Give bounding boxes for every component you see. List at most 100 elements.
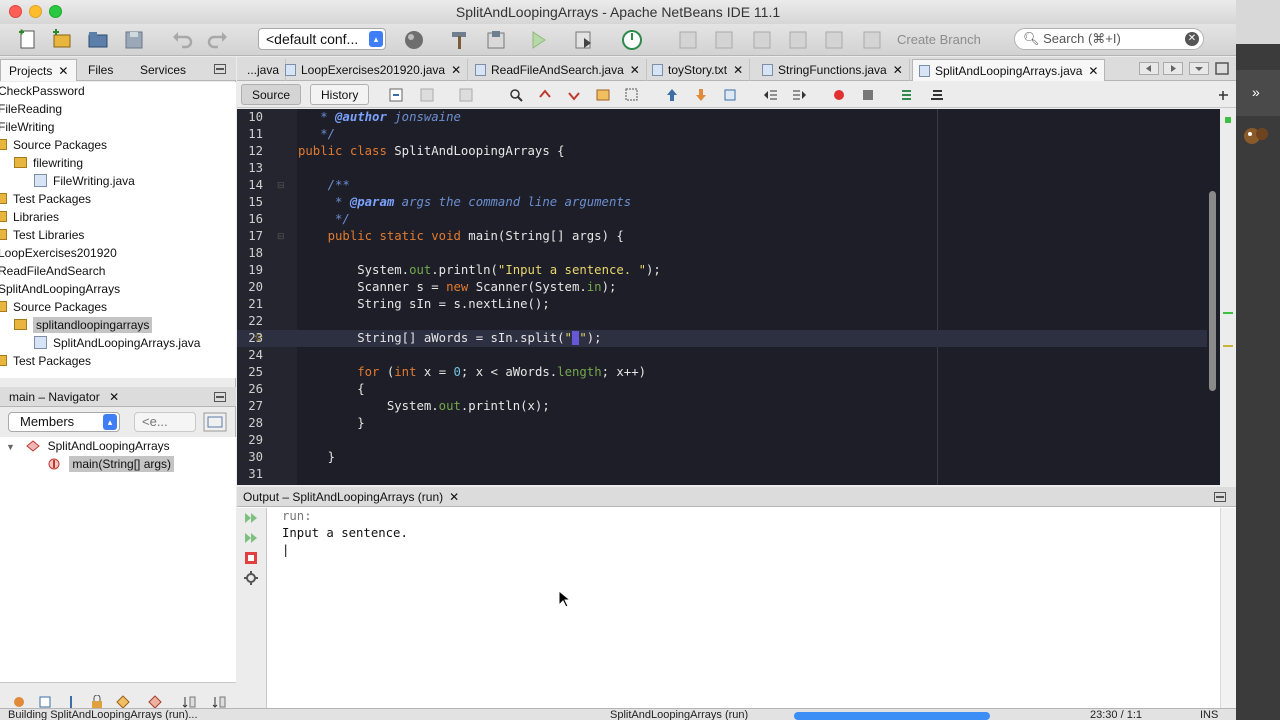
close-icon[interactable]: ✕ <box>451 63 461 77</box>
source-view-button[interactable]: Source <box>241 84 302 105</box>
stripe-mark[interactable] <box>1223 345 1233 347</box>
tab-files[interactable]: Files <box>80 59 121 81</box>
tree-item-libraries[interactable]: Libraries <box>0 208 59 226</box>
git-pull-icon[interactable] <box>712 28 736 52</box>
minimize-pane-icon[interactable] <box>1214 492 1226 502</box>
build-hammer-icon[interactable] <box>448 28 472 52</box>
maximize-window-icon[interactable] <box>1215 62 1229 75</box>
minimize-pane-icon[interactable] <box>214 64 226 74</box>
editor-tab[interactable]: StringFunctions.java ✕ <box>756 59 910 81</box>
clean-build-icon[interactable] <box>484 28 508 52</box>
close-icon[interactable]: ✕ <box>109 390 119 404</box>
next-bookmark-icon[interactable] <box>694 88 709 102</box>
editor-tab[interactable]: toyStory.txt ✕ <box>646 59 751 81</box>
close-icon[interactable]: ✕ <box>630 63 640 77</box>
close-icon[interactable]: ✕ <box>733 63 743 77</box>
tree-item-package-selected[interactable]: splitandloopingarrays <box>14 316 153 334</box>
tree-item-project[interactable]: LoopExercises201920 <box>0 244 117 262</box>
tree-item-source-packages[interactable]: Source Packages <box>0 298 107 316</box>
scroll-tabs-left-icon[interactable] <box>1139 62 1159 75</box>
forward-icon[interactable] <box>459 88 474 102</box>
output-tab[interactable]: Output – SplitAndLoopingArrays (run) ✕ <box>243 490 459 504</box>
history-view-button[interactable]: History <box>310 84 370 105</box>
scroll-tabs-right-icon[interactable] <box>1163 62 1183 75</box>
output-console[interactable]: run: Input a sentence. | <box>282 508 1222 698</box>
non-public-filter-icon[interactable] <box>64 695 78 709</box>
save-all-icon[interactable] <box>122 28 146 52</box>
window-close-button[interactable] <box>9 5 22 18</box>
find-previous-icon[interactable] <box>538 88 553 102</box>
git-fetch-icon[interactable] <box>786 28 810 52</box>
git-branch-icon[interactable] <box>860 28 884 52</box>
create-branch-button[interactable]: Create Branch <box>897 32 981 47</box>
toggle-bookmark-icon[interactable] <box>723 88 738 102</box>
close-icon[interactable]: ✕ <box>893 63 903 77</box>
static-filter-icon[interactable] <box>38 695 52 709</box>
rerun-icon[interactable] <box>244 511 258 525</box>
find-icon[interactable] <box>509 88 524 102</box>
search-input[interactable]: 🔍︎ Search (⌘+I) ✕ <box>1014 28 1204 50</box>
git-commit-icon[interactable] <box>676 28 700 52</box>
hint-lightbulb-icon[interactable]: 💡︎ <box>255 330 263 347</box>
tree-item-project[interactable]: CheckPassword <box>0 82 85 100</box>
tab-services[interactable]: Services <box>132 59 194 81</box>
tree-item-file[interactable]: FileWriting.java <box>34 172 135 190</box>
code-editor[interactable]: 10 * @author jonswaine 11 */ 12 public cl… <box>237 109 1236 485</box>
fold-marker-icon[interactable]: ⊟ <box>277 180 285 191</box>
profile-icon[interactable] <box>620 28 644 52</box>
debug-icon[interactable] <box>572 28 596 52</box>
settings-icon[interactable] <box>244 571 258 585</box>
expand-arrow-icon[interactable]: ▼ <box>6 442 15 452</box>
clear-search-icon[interactable]: ✕ <box>1185 32 1199 46</box>
globe-icon[interactable] <box>402 28 426 52</box>
tab-projects[interactable]: Projects ✕ <box>0 59 78 81</box>
editor-tab-active[interactable]: SplitAndLoopingArrays.java ✕ <box>912 59 1106 81</box>
previous-bookmark-icon[interactable] <box>665 88 680 102</box>
uncomment-icon[interactable] <box>930 88 945 102</box>
show-opened-documents-icon[interactable] <box>1189 62 1209 75</box>
navigator-options-icon[interactable] <box>203 412 227 432</box>
tree-item-package[interactable]: filewriting <box>14 154 83 172</box>
sort-by-name-icon[interactable] <box>182 695 196 709</box>
members-select[interactable]: Members ▴ <box>8 412 120 432</box>
shift-right-icon[interactable] <box>792 88 807 102</box>
editor-tab[interactable]: ReadFileAndSearch.java ✕ <box>469 59 647 81</box>
configuration-select[interactable]: <default conf... ▴ <box>258 28 386 50</box>
double-chevron-right-icon[interactable]: » <box>1252 84 1260 100</box>
minimize-pane-icon[interactable] <box>214 392 226 402</box>
git-merge-icon[interactable] <box>822 28 846 52</box>
fold-marker-icon[interactable]: ⊟ <box>277 231 285 242</box>
toggle-highlight-icon[interactable] <box>596 88 611 102</box>
tree-item-project[interactable]: FileWriting <box>0 118 54 136</box>
rerun-with-options-icon[interactable] <box>244 531 258 545</box>
tree-item-project[interactable]: ReadFileAndSearch <box>0 262 105 280</box>
window-minimize-button[interactable] <box>29 5 42 18</box>
stop-macro-icon[interactable] <box>861 88 876 102</box>
tree-item-test-libraries[interactable]: Test Libraries <box>0 226 84 244</box>
tree-item-project[interactable]: SplitAndLoopingArrays <box>0 280 120 298</box>
comment-icon[interactable] <box>901 88 916 102</box>
sidebar-toggle[interactable]: » <box>1236 70 1280 116</box>
navigator-method-item[interactable]: main(String[] args) <box>48 455 175 473</box>
tree-item-test-packages[interactable]: Test Packages <box>0 352 91 370</box>
back-icon[interactable] <box>420 88 435 102</box>
editor-tab[interactable]: LoopExercises201920.java ✕ <box>279 59 469 81</box>
find-next-icon[interactable] <box>567 88 582 102</box>
hierarchy-icon[interactable] <box>148 695 162 709</box>
sort-by-source-icon[interactable] <box>212 695 226 709</box>
new-file-icon[interactable] <box>16 28 40 52</box>
output-vertical-scrollbar[interactable] <box>1220 508 1236 720</box>
fields-filter-icon[interactable] <box>12 695 26 709</box>
rectangular-selection-icon[interactable] <box>625 88 640 102</box>
stripe-mark[interactable] <box>1223 312 1233 314</box>
tree-item-project[interactable]: FileReading <box>0 100 62 118</box>
window-maximize-button[interactable] <box>49 5 62 18</box>
git-push-icon[interactable] <box>750 28 774 52</box>
close-icon[interactable]: ✕ <box>449 490 459 504</box>
close-icon[interactable]: ✕ <box>58 64 68 78</box>
shift-left-icon[interactable] <box>763 88 778 102</box>
editor-vertical-scrollbar[interactable] <box>1209 191 1216 391</box>
lock-icon[interactable] <box>90 695 104 709</box>
inherited-filter-icon[interactable] <box>116 695 130 709</box>
run-icon[interactable] <box>526 28 550 52</box>
